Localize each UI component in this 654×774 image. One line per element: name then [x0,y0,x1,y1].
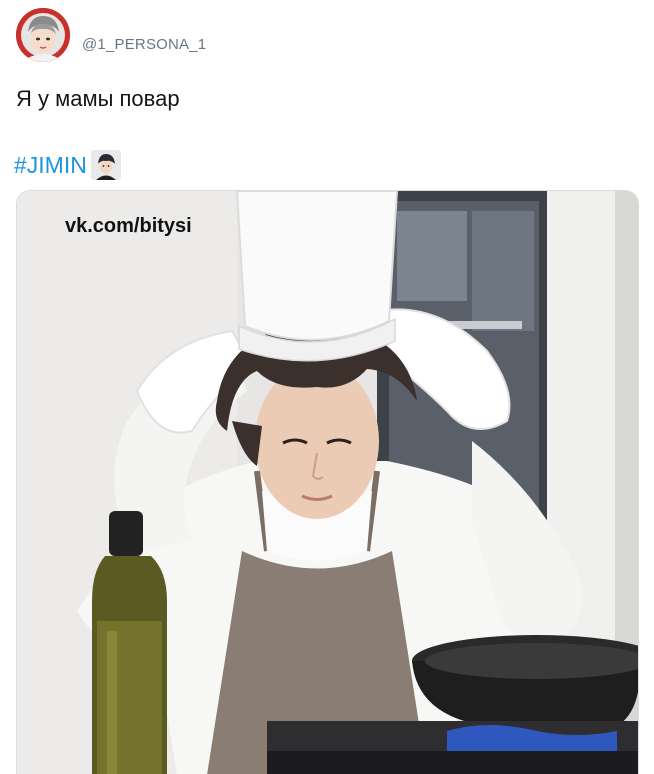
watermark-text: vk.com/bitysi [65,215,192,237]
avatar[interactable] [16,8,70,62]
tweet: @1_PERSONA_1 Я у мамы повар #JIMIN vk.co… [0,0,654,774]
photo-chef-in-kitchen-icon [17,191,638,774]
user-handle[interactable]: @1_PERSONA_1 [82,36,206,53]
jimin-hashflag-icon [90,150,121,180]
hashtag-link[interactable]: #JIMIN [14,152,87,179]
tweet-text: Я у мамы повар [16,86,180,111]
cartoon-portrait-avatar-icon [16,8,70,62]
hashtag-row: #JIMIN [14,148,121,182]
tweet-media[interactable]: vk.com/bitysi [16,190,639,774]
